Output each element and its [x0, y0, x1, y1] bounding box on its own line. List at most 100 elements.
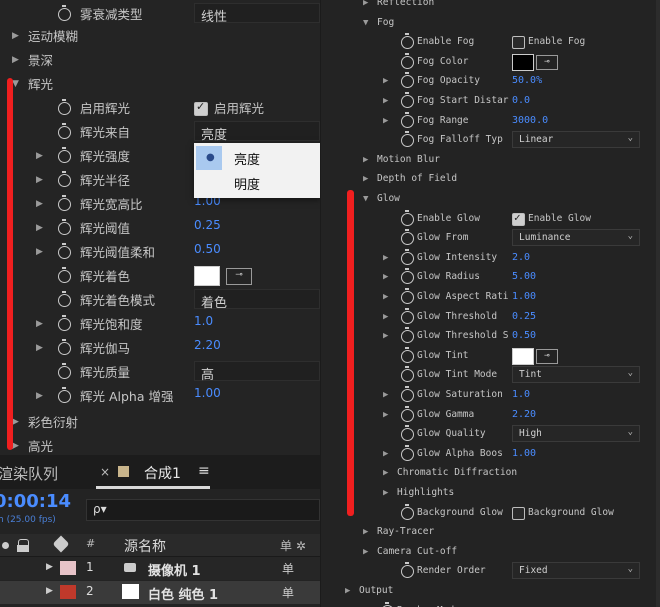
expand-arrow-icon[interactable]: ▶ — [383, 292, 388, 302]
value-field[interactable]: 0.0 — [512, 95, 530, 106]
property-row-glow-gamma[interactable]: ▶ 辉光伽马 2.20 — [0, 336, 320, 360]
expand-arrow-icon[interactable]: ▶ — [345, 586, 350, 596]
layer-label-color[interactable] — [60, 585, 76, 599]
stopwatch-icon[interactable] — [401, 53, 414, 69]
expand-arrow-icon[interactable]: ▶ — [383, 116, 388, 126]
render-queue-tab[interactable]: 渲染队列 — [0, 463, 58, 484]
value-field[interactable]: 0.25 — [512, 311, 536, 322]
property-row-glow[interactable]: ▼ Glow — [321, 189, 660, 211]
stopwatch-icon[interactable] — [58, 291, 71, 307]
property-row-glow-saturation[interactable]: ▶ Glow Saturation 1.0 — [321, 385, 660, 407]
dropdown[interactable]: 亮度 — [194, 121, 320, 143]
dropdown[interactable]: Fixed ⌄ — [512, 562, 640, 579]
property-row-glow[interactable]: ▼ 辉光 — [0, 72, 320, 96]
property-row-fog-start[interactable]: ▶ Fog Start Distar 0.0 — [321, 91, 660, 113]
stopwatch-icon[interactable] — [58, 363, 71, 379]
stopwatch-icon[interactable] — [401, 406, 414, 422]
stopwatch-icon[interactable] — [401, 366, 414, 382]
property-row-dof[interactable]: ▶ Depth of Field — [321, 169, 660, 191]
expand-arrow-icon[interactable]: ▶ — [363, 527, 368, 537]
expand-arrow-icon[interactable]: ▶ — [36, 343, 43, 353]
expand-arrow-icon[interactable]: ▶ — [36, 223, 43, 233]
property-row-glow-threshold[interactable]: ▶ 辉光阈值 0.25 — [0, 216, 320, 240]
expand-arrow-icon[interactable]: ▶ — [383, 253, 388, 263]
property-row-glow-from[interactable]: 辉光来自 亮度 — [0, 120, 320, 144]
expand-arrow-icon[interactable]: ▶ — [12, 31, 19, 41]
value-field[interactable]: 2.20 — [194, 338, 221, 352]
property-row-glow-quality[interactable]: Glow Quality High ⌄ — [321, 424, 660, 446]
stopwatch-icon[interactable] — [401, 210, 414, 226]
expand-arrow-icon[interactable]: ▶ — [383, 312, 388, 322]
color-swatch[interactable] — [512, 348, 534, 365]
expand-arrow-icon[interactable]: ▶ — [36, 319, 43, 329]
stopwatch-icon[interactable] — [401, 33, 414, 49]
expand-arrow-icon[interactable]: ▶ — [363, 155, 368, 165]
stopwatch-icon[interactable] — [401, 92, 414, 108]
dropdown[interactable]: 高 — [194, 361, 320, 383]
close-tab-icon[interactable]: × — [100, 465, 110, 479]
stopwatch-icon[interactable] — [401, 562, 414, 578]
property-row-depth-of-field[interactable]: ▶ 景深 — [0, 48, 320, 72]
property-row-motion-blur[interactable]: ▶ 运动模糊 — [0, 24, 320, 48]
expand-arrow-icon[interactable]: ▶ — [383, 488, 388, 498]
expand-arrow-icon[interactable]: ▶ — [363, 174, 368, 184]
value-field[interactable]: 1.00 — [194, 386, 221, 400]
composition-tab[interactable]: 合成1 — [144, 463, 181, 483]
stopwatch-icon[interactable] — [401, 112, 414, 128]
current-timecode[interactable]: 0:00:14 — [0, 491, 71, 512]
stopwatch-icon[interactable] — [401, 445, 414, 461]
property-row-enable-fog[interactable]: Enable Fog Enable Fog — [321, 32, 660, 54]
dropdown[interactable]: High ⌄ — [512, 425, 640, 442]
popup-option-lightness[interactable]: 明度 — [196, 171, 316, 195]
expand-arrow-icon[interactable]: ▶ — [36, 199, 43, 209]
value-field[interactable]: 2.0 — [512, 252, 530, 263]
dropdown[interactable]: Tint ⌄ — [512, 366, 640, 383]
table-row[interactable]: ▶ 2 白色 纯色 1 单 — [0, 581, 320, 604]
expand-arrow-icon[interactable]: ▶ — [12, 417, 19, 427]
dropdown[interactable]: 着色 — [194, 289, 320, 311]
stopwatch-icon[interactable] — [58, 315, 71, 331]
property-row-glow-from[interactable]: Glow From Luminance ⌄ — [321, 228, 660, 250]
dropdown[interactable]: Linear ⌄ — [512, 131, 640, 148]
property-row-highlights[interactable]: ▶ Highlights — [321, 483, 660, 505]
stopwatch-icon[interactable] — [58, 99, 71, 115]
stopwatch-icon[interactable] — [401, 249, 414, 265]
stopwatch-icon[interactable] — [401, 229, 414, 245]
stopwatch-icon[interactable] — [401, 425, 414, 441]
property-row-chromatic[interactable]: ▶ Chromatic Diffraction — [321, 463, 660, 485]
property-row-glow-aspect[interactable]: ▶ Glow Aspect Rati 1.00 — [321, 287, 660, 309]
property-row-glow-tint-mode[interactable]: Glow Tint Mode Tint ⌄ — [321, 365, 660, 387]
expand-arrow-icon[interactable]: ▶ — [383, 96, 388, 106]
property-row-fog-falloff-type[interactable]: 雾衰减类型 线性 — [0, 2, 320, 26]
layer-name[interactable]: 白色 纯色 1 — [148, 584, 218, 603]
stopwatch-icon[interactable] — [401, 268, 414, 284]
expand-arrow-icon[interactable]: ▶ — [383, 390, 388, 400]
stopwatch-icon[interactable] — [401, 347, 414, 363]
value-field[interactable]: 1.00 — [512, 448, 536, 459]
layer-name[interactable]: 摄像机 1 — [148, 560, 201, 579]
stopwatch-icon[interactable] — [58, 123, 71, 139]
stopwatch-icon[interactable] — [58, 5, 71, 21]
expand-arrow-icon[interactable]: ▶ — [36, 175, 43, 185]
color-swatch[interactable] — [512, 54, 534, 71]
collapse-arrow-icon[interactable]: ▼ — [363, 18, 368, 28]
expand-arrow-icon[interactable]: ▶ — [46, 562, 53, 572]
expand-arrow-icon[interactable]: ▶ — [36, 391, 43, 401]
value-field[interactable]: 1.0 — [194, 314, 213, 328]
stopwatch-icon[interactable] — [58, 243, 71, 259]
stopwatch-icon[interactable] — [401, 131, 414, 147]
stopwatch-icon[interactable] — [58, 267, 71, 283]
expand-arrow-icon[interactable]: ▶ — [36, 247, 43, 257]
dropdown[interactable]: Luminance ⌄ — [512, 229, 640, 246]
popup-option-luminance[interactable]: ● 亮度 — [196, 146, 316, 170]
property-row-render-order[interactable]: Render Order Fixed ⌄ — [321, 561, 660, 583]
collapse-arrow-icon[interactable]: ▼ — [363, 194, 368, 204]
stopwatch-icon[interactable] — [58, 219, 71, 235]
property-row-enable-glow[interactable]: 启用辉光 启用辉光 — [0, 96, 320, 120]
scrollbar-track[interactable] — [656, 0, 660, 607]
stopwatch-icon[interactable] — [401, 386, 414, 402]
property-row-glow-tint-mode[interactable]: 辉光着色模式 着色 — [0, 288, 320, 312]
property-row-render-mode[interactable]: ▶Render Mode — [321, 601, 660, 607]
expand-arrow-icon[interactable]: ▶ — [383, 272, 388, 282]
property-row-output[interactable]: ▶ Output — [321, 581, 660, 603]
